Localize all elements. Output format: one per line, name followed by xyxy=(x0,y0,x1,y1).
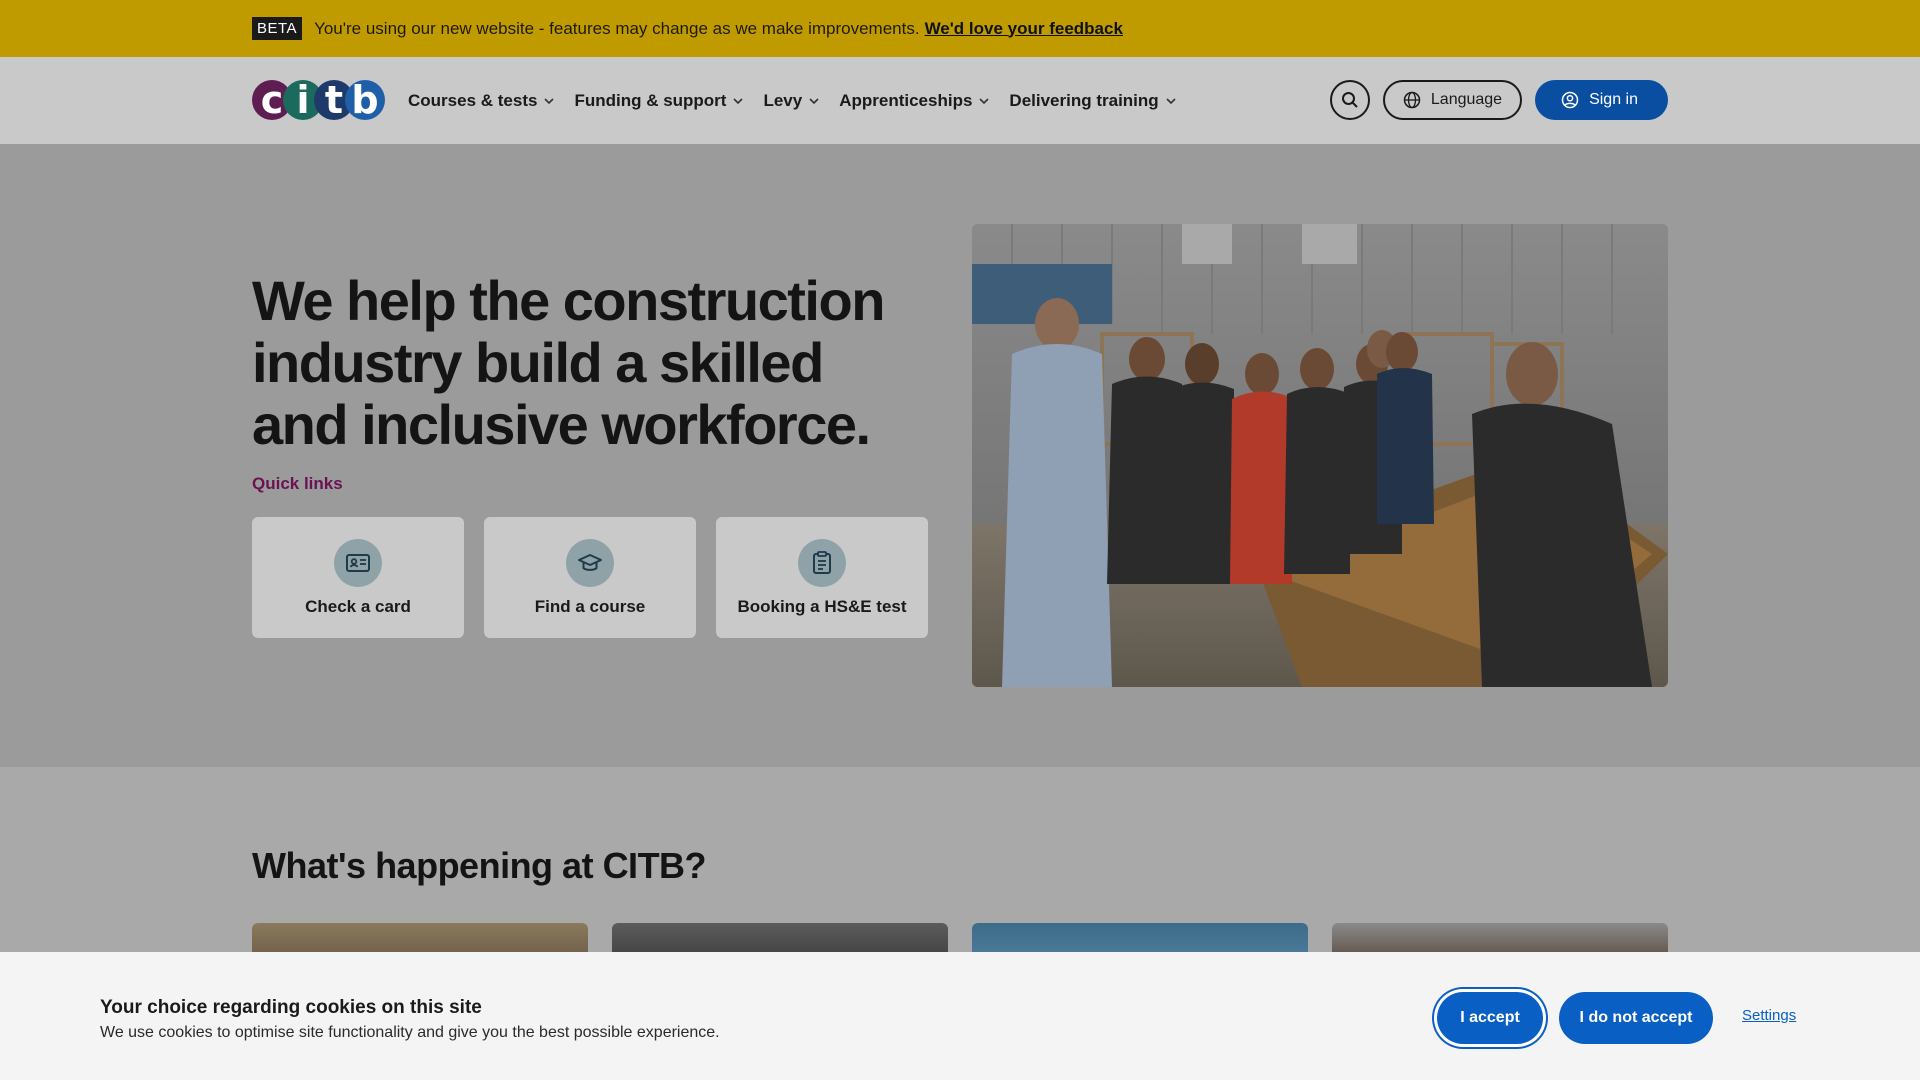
citb-logo[interactable]: c i t b xyxy=(252,75,385,125)
cookie-banner: Your choice regarding cookies on this si… xyxy=(0,952,1920,1080)
language-label: Language xyxy=(1430,91,1503,108)
sign-in-button[interactable]: Sign in xyxy=(1535,80,1668,120)
quick-link-check-card[interactable]: Check a card xyxy=(252,517,464,638)
chevron-down-icon xyxy=(809,97,819,104)
quick-links: Check a card Find a course Booking a HS&… xyxy=(252,517,928,638)
decline-cookies-button[interactable]: I do not accept xyxy=(1559,992,1713,1044)
nav-label: Levy xyxy=(763,90,803,110)
cookie-text: We use cookies to optimise site function… xyxy=(100,1024,720,1041)
hero-title: We help the construction industry build … xyxy=(252,269,885,456)
nav-levy[interactable]: Levy xyxy=(763,91,820,111)
main-nav: Courses & tests Funding & support Levy A… xyxy=(408,57,1196,144)
beta-badge: BETA xyxy=(252,17,303,40)
feedback-link[interactable]: We'd love your feedback xyxy=(925,19,1123,39)
chevron-down-icon xyxy=(1166,97,1176,104)
nav-label: Funding & support xyxy=(574,90,727,110)
quick-links-label: Quick links xyxy=(252,474,343,493)
nav-funding-support[interactable]: Funding & support xyxy=(574,91,744,111)
hero-section: We help the construction industry build … xyxy=(0,144,1920,767)
quick-link-find-course[interactable]: Find a course xyxy=(484,517,696,638)
id-card-icon xyxy=(334,538,382,587)
nav-delivering-training[interactable]: Delivering training xyxy=(1009,91,1176,111)
globe-icon xyxy=(1403,91,1421,109)
sign-in-label: Sign in xyxy=(1589,91,1638,108)
nav-apprenticeships[interactable]: Apprenticeships xyxy=(839,91,990,111)
chevron-down-icon xyxy=(979,97,989,104)
nav-label: Apprenticeships xyxy=(839,90,973,110)
accept-cookies-button[interactable]: I accept xyxy=(1437,992,1543,1044)
nav-courses-tests[interactable]: Courses & tests xyxy=(408,91,555,111)
hero-image xyxy=(972,224,1668,687)
chevron-down-icon xyxy=(733,97,744,104)
chevron-down-icon xyxy=(544,97,555,104)
beta-message: You're using our new website - features … xyxy=(314,18,920,38)
quick-link-label: Find a course xyxy=(534,596,646,616)
site-header: c i t b Courses & tests Funding & suppor… xyxy=(0,57,1920,144)
language-button[interactable]: Language xyxy=(1382,80,1523,120)
quick-link-label: Check a card xyxy=(305,596,411,616)
graduation-cap-icon xyxy=(566,538,614,587)
header-actions: Language Sign in xyxy=(1329,80,1668,120)
cookie-title: Your choice regarding cookies on this si… xyxy=(100,997,482,1018)
user-icon xyxy=(1561,91,1579,109)
beta-banner: BETA You're using our new website - feat… xyxy=(0,0,1920,57)
search-button[interactable] xyxy=(1329,80,1370,120)
quick-link-label: Booking a HS&E test xyxy=(737,596,907,616)
nav-label: Courses & tests xyxy=(408,90,538,110)
happening-title: What's happening at CITB? xyxy=(252,845,707,886)
nav-label: Delivering training xyxy=(1009,90,1159,110)
clipboard-icon xyxy=(798,538,846,587)
logo-letter-b: b xyxy=(345,80,385,120)
quick-link-booking-test[interactable]: Booking a HS&E test xyxy=(716,517,928,638)
search-icon xyxy=(1341,92,1358,108)
cookie-settings-link[interactable]: Settings xyxy=(1742,1007,1796,1024)
